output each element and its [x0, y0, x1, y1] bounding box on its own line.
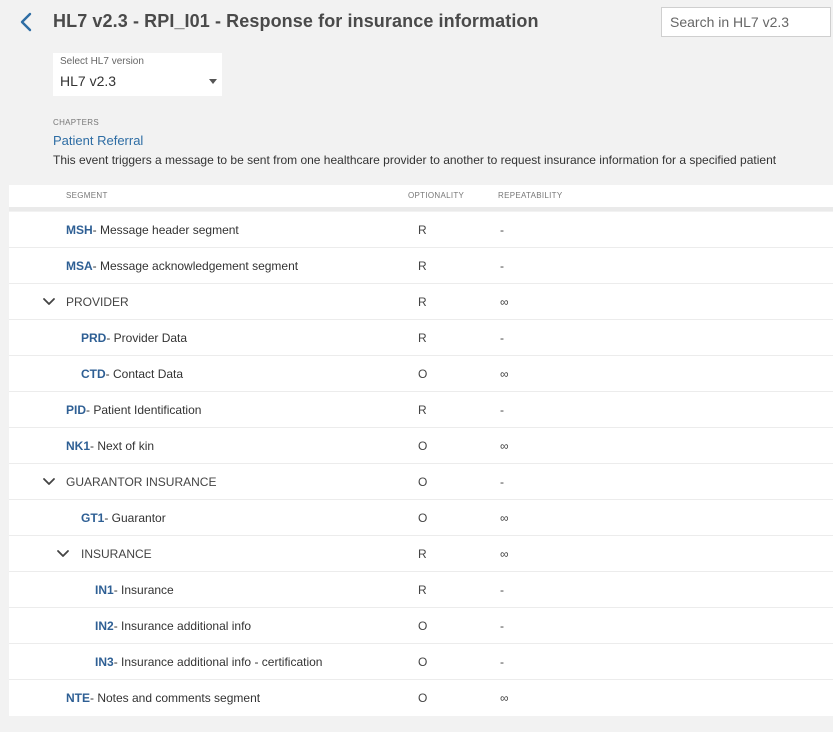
- segment-code[interactable]: IN1: [95, 583, 114, 597]
- segment-cell: CTD - Contact Data: [81, 356, 183, 392]
- segment-code[interactable]: PRD: [81, 331, 106, 345]
- page-title: HL7 v2.3 - RPI_I01 - Response for insura…: [53, 11, 539, 31]
- repeatability-cell: -: [500, 583, 504, 597]
- caret-down-icon: [209, 79, 217, 84]
- chevron-left-icon: [20, 12, 32, 32]
- segment-cell: NTE - Notes and comments segment: [66, 680, 260, 716]
- segment-description: - Next of kin: [90, 439, 155, 453]
- group-row: INSURANCE R ∞: [9, 536, 833, 572]
- segment-code[interactable]: IN2: [95, 619, 114, 633]
- optionality-cell: R: [418, 331, 427, 345]
- segment-description: - Contact Data: [105, 367, 184, 381]
- repeatability-cell: ∞: [500, 295, 509, 309]
- segment-description: - Message header segment: [92, 223, 239, 237]
- table-row: IN1 - Insurance R -: [9, 572, 833, 608]
- table-row: MSH - Message header segment R -: [9, 212, 833, 248]
- chevron-down-icon[interactable]: [56, 548, 70, 560]
- chapter-link[interactable]: Patient Referral: [53, 133, 143, 148]
- repeatability-cell: -: [500, 331, 504, 345]
- chapters-label: CHAPTERS: [53, 118, 99, 127]
- optionality-cell: R: [418, 583, 427, 597]
- table-row: GT1 - Guarantor O ∞: [9, 500, 833, 536]
- group-row: PROVIDER R ∞: [9, 284, 833, 320]
- optionality-cell: O: [418, 511, 428, 525]
- table-row: IN2 - Insurance additional info O -: [9, 608, 833, 644]
- repeatability-cell: -: [500, 655, 504, 669]
- table-row: NTE - Notes and comments segment O ∞: [9, 680, 833, 716]
- optionality-cell: R: [418, 295, 427, 309]
- table-header: SEGMENT OPTIONALITY REPEATABILITY: [9, 185, 833, 211]
- repeatability-cell: -: [500, 259, 504, 273]
- back-button[interactable]: [14, 10, 38, 34]
- segment-description: - Insurance additional info - certificat…: [113, 655, 323, 669]
- repeatability-cell: ∞: [500, 547, 509, 561]
- segment-cell: PRD - Provider Data: [81, 320, 187, 356]
- group-row: GUARANTOR INSURANCE O -: [9, 464, 833, 500]
- segment-description: - Insurance additional info: [113, 619, 252, 633]
- optionality-cell: O: [418, 475, 428, 489]
- segment-code[interactable]: CTD: [81, 367, 106, 381]
- group-name: INSURANCE: [81, 547, 152, 561]
- table-row: PRD - Provider Data R -: [9, 320, 833, 356]
- group-name: GUARANTOR INSURANCE: [66, 475, 217, 489]
- optionality-cell: O: [418, 367, 428, 381]
- column-header-repeatability: REPEATABILITY: [498, 191, 563, 200]
- segment-cell: IN1 - Insurance: [95, 572, 174, 608]
- segment-cell: MSH - Message header segment: [66, 212, 239, 248]
- repeatability-cell: -: [500, 223, 504, 237]
- repeatability-cell: -: [500, 475, 504, 489]
- segment-code[interactable]: GT1: [81, 511, 104, 525]
- table-row: CTD - Contact Data O ∞: [9, 356, 833, 392]
- version-select[interactable]: Select HL7 version HL7 v2.3: [53, 53, 222, 96]
- table-row: NK1 - Next of kin O ∞: [9, 428, 833, 464]
- repeatability-cell: -: [500, 619, 504, 633]
- segment-description: - Notes and comments segment: [90, 691, 261, 705]
- version-select-label: Select HL7 version: [60, 56, 144, 67]
- optionality-cell: O: [418, 439, 428, 453]
- table-row: MSA - Message acknowledgement segment R …: [9, 248, 833, 284]
- search-input[interactable]: [661, 7, 831, 37]
- segment-cell: GT1 - Guarantor: [81, 500, 166, 536]
- version-select-value: HL7 v2.3: [60, 73, 117, 89]
- optionality-cell: O: [418, 691, 428, 705]
- segment-code[interactable]: NK1: [66, 439, 90, 453]
- chevron-down-icon[interactable]: [42, 476, 56, 488]
- segment-code[interactable]: NTE: [66, 691, 90, 705]
- segment-description: - Guarantor: [104, 511, 166, 525]
- repeatability-cell: ∞: [500, 511, 509, 525]
- segment-description: - Message acknowledgement segment: [92, 259, 299, 273]
- segment-table: MSH - Message header segment R - MSA - M…: [9, 212, 833, 716]
- segment-description: - Insurance: [113, 583, 174, 597]
- optionality-cell: R: [418, 223, 427, 237]
- group-name: PROVIDER: [66, 295, 129, 309]
- segment-cell: NK1 - Next of kin: [66, 428, 154, 464]
- repeatability-cell: ∞: [500, 439, 509, 453]
- segment-description: - Provider Data: [106, 331, 188, 345]
- segment-description: - Patient Identification: [86, 403, 202, 417]
- segment-code[interactable]: MSA: [66, 259, 93, 273]
- repeatability-cell: ∞: [500, 367, 509, 381]
- column-header-segment: SEGMENT: [66, 191, 108, 200]
- optionality-cell: R: [418, 547, 427, 561]
- segment-cell: IN2 - Insurance additional info: [95, 608, 251, 644]
- optionality-cell: O: [418, 619, 428, 633]
- repeatability-cell: -: [500, 403, 504, 417]
- optionality-cell: R: [418, 403, 427, 417]
- table-row: PID - Patient Identification R -: [9, 392, 833, 428]
- segment-code[interactable]: IN3: [95, 655, 114, 669]
- column-header-optionality: OPTIONALITY: [408, 191, 465, 200]
- segment-cell: MSA - Message acknowledgement segment: [66, 248, 298, 284]
- segment-cell: PID - Patient Identification: [66, 392, 201, 428]
- table-row: IN3 - Insurance additional info - certif…: [9, 644, 833, 680]
- segment-cell: IN3 - Insurance additional info - certif…: [95, 644, 322, 680]
- segment-code[interactable]: PID: [66, 403, 86, 417]
- segment-code[interactable]: MSH: [66, 223, 93, 237]
- chevron-down-icon[interactable]: [42, 296, 56, 308]
- optionality-cell: O: [418, 655, 428, 669]
- repeatability-cell: ∞: [500, 691, 509, 705]
- chapter-description: This event triggers a message to be sent…: [53, 153, 777, 167]
- optionality-cell: R: [418, 259, 427, 273]
